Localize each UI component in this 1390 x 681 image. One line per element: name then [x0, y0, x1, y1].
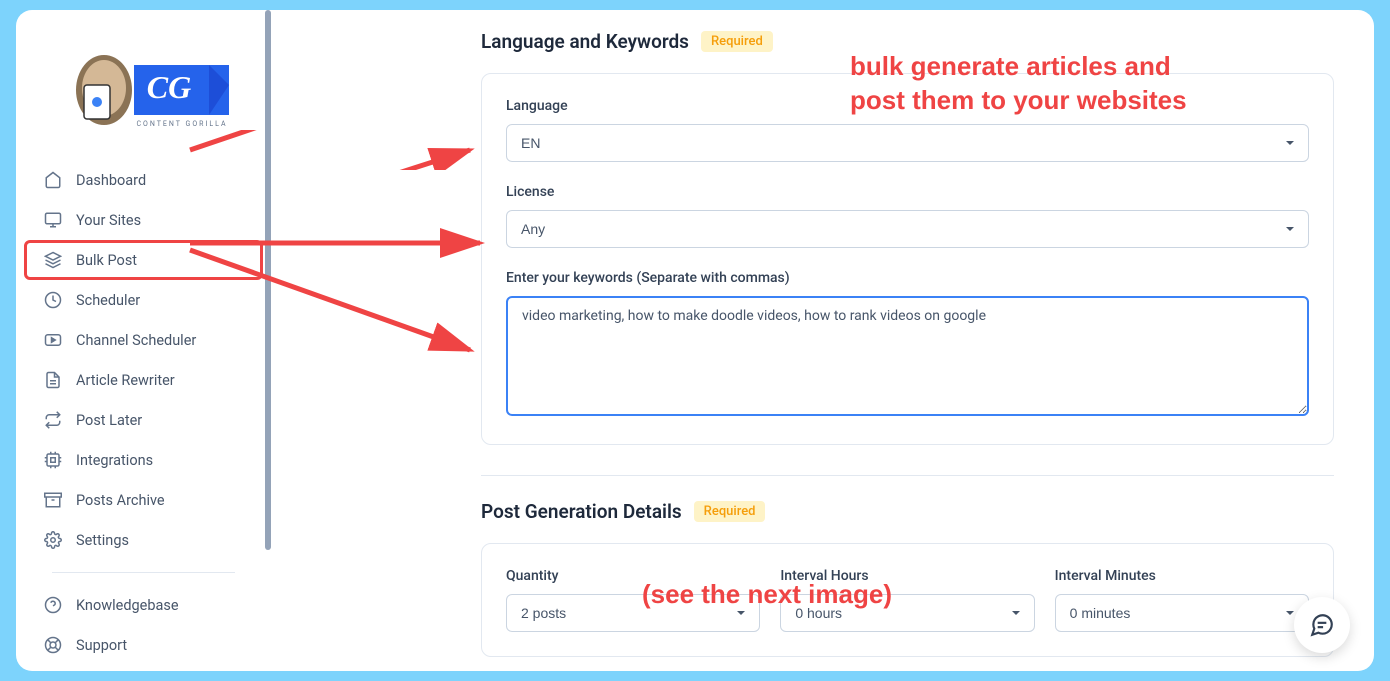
language-select[interactable]: EN	[506, 124, 1309, 162]
file-icon	[44, 371, 62, 389]
section-language-keywords: Language and Keywords Required Language …	[481, 30, 1334, 445]
main-content: Language and Keywords Required Language …	[271, 10, 1374, 671]
interval-hours-label: Interval Hours	[780, 568, 1034, 584]
sidebar-item-support[interactable]: Support	[28, 625, 259, 665]
chat-button[interactable]	[1294, 597, 1350, 653]
language-label: Language	[506, 98, 1309, 114]
section-title: Language and Keywords	[481, 30, 689, 53]
sidebar: CG CONTENT GORILLA Dashboard Your Sites	[16, 10, 271, 671]
sidebar-item-label: Settings	[76, 532, 129, 549]
sidebar-item-label: Article Rewriter	[76, 372, 175, 389]
form-card: Language EN License Any Enter your keywo…	[481, 73, 1334, 445]
sidebar-item-channel-scheduler[interactable]: Channel Scheduler	[28, 320, 259, 360]
form-group-interval-hours: Interval Hours 0 hours	[780, 568, 1034, 632]
sidebar-item-label: Dashboard	[76, 172, 146, 189]
sidebar-item-label: Post Later	[76, 412, 142, 429]
sidebar-item-label: Posts Archive	[76, 492, 165, 509]
refresh-icon	[44, 411, 62, 429]
form-group-keywords: Enter your keywords (Separate with comma…	[506, 270, 1309, 420]
sidebar-item-label: Support	[76, 637, 127, 654]
sidebar-item-posts-archive[interactable]: Posts Archive	[28, 480, 259, 520]
interval-hours-select[interactable]: 0 hours	[780, 594, 1034, 632]
sidebar-item-label: Integrations	[76, 452, 153, 469]
sidebar-item-label: Your Sites	[76, 212, 141, 229]
layers-icon	[44, 251, 62, 269]
nav-divider	[52, 572, 235, 573]
sidebar-item-integrations[interactable]: Integrations	[28, 440, 259, 480]
logo: CG CONTENT GORILLA	[54, 40, 234, 130]
app-container: CG CONTENT GORILLA Dashboard Your Sites	[16, 10, 1374, 671]
help-icon	[44, 596, 62, 614]
archive-icon	[44, 491, 62, 509]
section-divider	[481, 475, 1334, 476]
keywords-label: Enter your keywords (Separate with comma…	[506, 270, 1309, 286]
form-card: Quantity 2 posts Interval Hours 0 hours …	[481, 543, 1334, 657]
form-group-interval-minutes: Interval Minutes 0 minutes	[1055, 568, 1309, 632]
youtube-icon	[44, 331, 62, 349]
sidebar-item-label: Bulk Post	[76, 252, 137, 269]
sidebar-item-bulk-post[interactable]: Bulk Post	[24, 240, 263, 280]
nav-items: Dashboard Your Sites Bulk Post Scheduler	[16, 160, 271, 665]
svg-text:CONTENT GORILLA: CONTENT GORILLA	[136, 120, 227, 128]
quantity-select[interactable]: 2 posts	[506, 594, 760, 632]
required-badge: Required	[701, 31, 773, 52]
monitor-icon	[44, 211, 62, 229]
logo-container: CG CONTENT GORILLA	[16, 30, 271, 160]
interval-minutes-label: Interval Minutes	[1055, 568, 1309, 584]
required-badge: Required	[694, 501, 766, 522]
sidebar-item-label: Knowledgebase	[76, 597, 179, 614]
cpu-icon	[44, 451, 62, 469]
settings-icon	[44, 531, 62, 549]
svg-text:CG: CG	[146, 69, 190, 105]
sidebar-item-label: Scheduler	[76, 292, 140, 309]
sidebar-item-knowledgebase[interactable]: Knowledgebase	[28, 585, 259, 625]
keywords-textarea[interactable]: video marketing, how to make doodle vide…	[506, 296, 1309, 416]
form-row: Quantity 2 posts Interval Hours 0 hours …	[506, 568, 1309, 632]
quantity-label: Quantity	[506, 568, 760, 584]
sidebar-item-your-sites[interactable]: Your Sites	[28, 200, 259, 240]
form-group-language: Language EN	[506, 98, 1309, 162]
section-header: Post Generation Details Required	[481, 500, 1334, 523]
form-group-license: License Any	[506, 184, 1309, 248]
sidebar-item-article-rewriter[interactable]: Article Rewriter	[28, 360, 259, 400]
clock-icon	[44, 291, 62, 309]
life-buoy-icon	[44, 636, 62, 654]
sidebar-item-dashboard[interactable]: Dashboard	[28, 160, 259, 200]
home-icon	[44, 171, 62, 189]
form-group-quantity: Quantity 2 posts	[506, 568, 760, 632]
sidebar-item-post-later[interactable]: Post Later	[28, 400, 259, 440]
section-header: Language and Keywords Required	[481, 30, 1334, 53]
license-select[interactable]: Any	[506, 210, 1309, 248]
section-title: Post Generation Details	[481, 500, 682, 523]
sidebar-item-scheduler[interactable]: Scheduler	[28, 280, 259, 320]
sidebar-item-label: Channel Scheduler	[76, 332, 196, 349]
chat-icon	[1309, 612, 1335, 638]
interval-minutes-select[interactable]: 0 minutes	[1055, 594, 1309, 632]
sidebar-item-settings[interactable]: Settings	[28, 520, 259, 560]
license-label: License	[506, 184, 1309, 200]
section-post-generation: Post Generation Details Required Quantit…	[481, 500, 1334, 657]
